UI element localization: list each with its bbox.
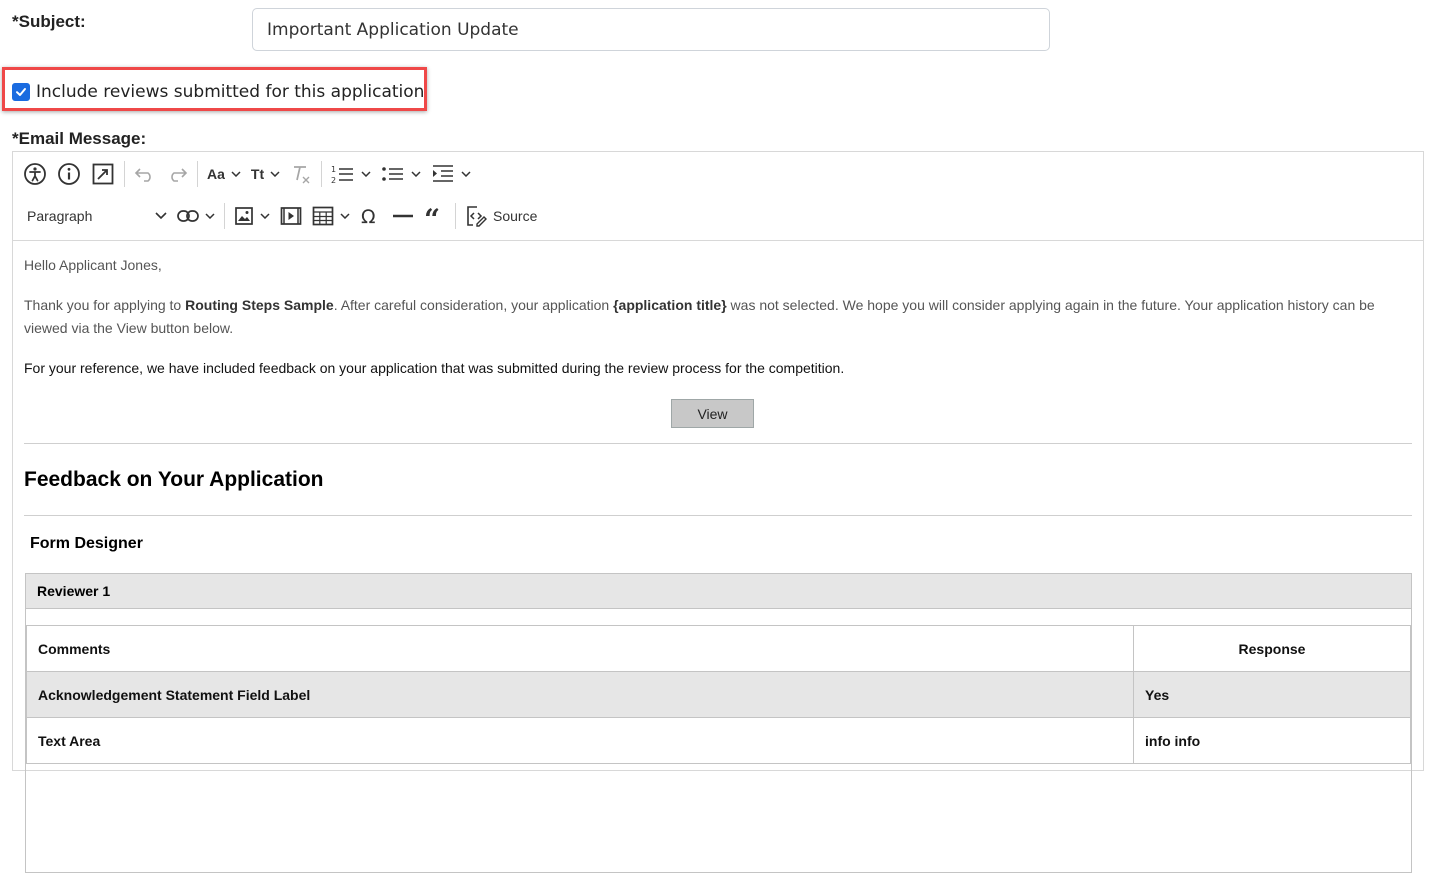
source-button[interactable]: Source bbox=[461, 201, 541, 231]
svg-text:2: 2 bbox=[331, 176, 336, 185]
table-header-cell: Comments bbox=[26, 625, 1134, 672]
indent-icon[interactable] bbox=[427, 159, 475, 189]
thank-you-paragraph: Thank you for applying to Routing Steps … bbox=[24, 294, 1414, 340]
email-message-label: *Email Message: bbox=[12, 129, 147, 148]
subject-label: *Subject: bbox=[12, 12, 86, 31]
numbered-list-icon[interactable]: 12 bbox=[327, 159, 375, 189]
paragraph-label: Paragraph bbox=[27, 208, 93, 224]
application-title-placeholder: {application title} bbox=[613, 297, 727, 313]
checkmark-icon bbox=[16, 88, 26, 96]
include-reviews-row[interactable]: Include reviews submitted for this appli… bbox=[12, 82, 424, 102]
chevron-down-icon bbox=[411, 171, 421, 177]
reviewer-section: Reviewer 1 Comments Response Acknowledge… bbox=[25, 573, 1412, 873]
table-cell: info info bbox=[1133, 717, 1411, 764]
image-icon[interactable] bbox=[230, 201, 274, 231]
p1-text: . After careful consideration, your appl… bbox=[333, 297, 614, 313]
paragraph-dropdown[interactable]: Paragraph bbox=[23, 201, 171, 231]
info-icon[interactable] bbox=[53, 159, 85, 189]
form-designer-heading: Form Designer bbox=[30, 535, 143, 552]
reference-paragraph: For your reference, we have included fee… bbox=[24, 360, 845, 376]
subject-input[interactable] bbox=[252, 8, 1050, 51]
p1-text: Thank you for applying to bbox=[24, 297, 186, 313]
rich-text-editor: Aa Tt 12 Paragraph Ω “ Source Hello Appl… bbox=[12, 151, 1424, 873]
divider bbox=[24, 443, 1412, 444]
table-icon[interactable] bbox=[308, 201, 354, 231]
competition-name: Routing Steps Sample bbox=[185, 297, 334, 313]
feedback-heading: Feedback on Your Application bbox=[24, 468, 324, 491]
chevron-down-icon bbox=[270, 171, 280, 177]
chevron-down-icon bbox=[260, 213, 270, 219]
undo-icon[interactable] bbox=[130, 159, 160, 189]
block-quote-icon[interactable]: “ bbox=[420, 201, 450, 231]
table-cell: Text Area bbox=[26, 717, 1134, 764]
fullscreen-icon[interactable] bbox=[87, 159, 119, 189]
svg-text:“: “ bbox=[424, 206, 440, 226]
table-cell: Yes bbox=[1133, 671, 1411, 718]
chevron-down-icon bbox=[205, 213, 215, 219]
table-cell: Acknowledgement Statement Field Label bbox=[26, 671, 1134, 718]
table-row: Acknowledgement Statement Field Label Ye… bbox=[26, 671, 1411, 718]
font-size-icon[interactable]: Aa bbox=[203, 159, 245, 189]
chevron-down-icon bbox=[155, 212, 167, 220]
remove-format-icon[interactable] bbox=[286, 159, 316, 189]
link-icon[interactable] bbox=[173, 201, 219, 231]
chevron-down-icon bbox=[231, 171, 241, 177]
reviewer-heading: Reviewer 1 bbox=[26, 574, 1411, 609]
source-icon bbox=[467, 206, 487, 227]
accessibility-icon[interactable] bbox=[19, 159, 51, 189]
svg-text:1: 1 bbox=[331, 165, 336, 174]
editor-toolbar: Aa Tt 12 Paragraph Ω “ Source bbox=[13, 152, 1423, 241]
greeting-text: Hello Applicant Jones, bbox=[24, 257, 162, 273]
media-icon[interactable] bbox=[276, 201, 306, 231]
table-row: Text Area info info bbox=[26, 717, 1411, 764]
horizontal-line-icon[interactable] bbox=[388, 201, 418, 231]
text-transform-icon[interactable]: Tt bbox=[247, 159, 284, 189]
view-button[interactable]: View bbox=[671, 399, 754, 428]
special-characters-icon[interactable]: Ω bbox=[356, 201, 386, 231]
text-transform-label: Tt bbox=[250, 166, 265, 182]
table-header-row: Comments Response bbox=[26, 625, 1411, 672]
chevron-down-icon bbox=[361, 171, 371, 177]
divider bbox=[24, 515, 1412, 516]
include-reviews-checkbox[interactable] bbox=[12, 83, 30, 101]
source-label: Source bbox=[493, 208, 538, 224]
svg-text:Ω: Ω bbox=[361, 206, 376, 226]
redo-icon[interactable] bbox=[162, 159, 192, 189]
chevron-down-icon bbox=[461, 171, 471, 177]
chevron-down-icon bbox=[340, 213, 350, 219]
bulleted-list-icon[interactable] bbox=[377, 159, 425, 189]
font-size-label: Aa bbox=[207, 166, 225, 182]
include-reviews-label[interactable]: Include reviews submitted for this appli… bbox=[36, 82, 424, 102]
review-table: Comments Response Acknowledgement Statem… bbox=[26, 625, 1411, 764]
table-header-cell: Response bbox=[1133, 625, 1411, 672]
